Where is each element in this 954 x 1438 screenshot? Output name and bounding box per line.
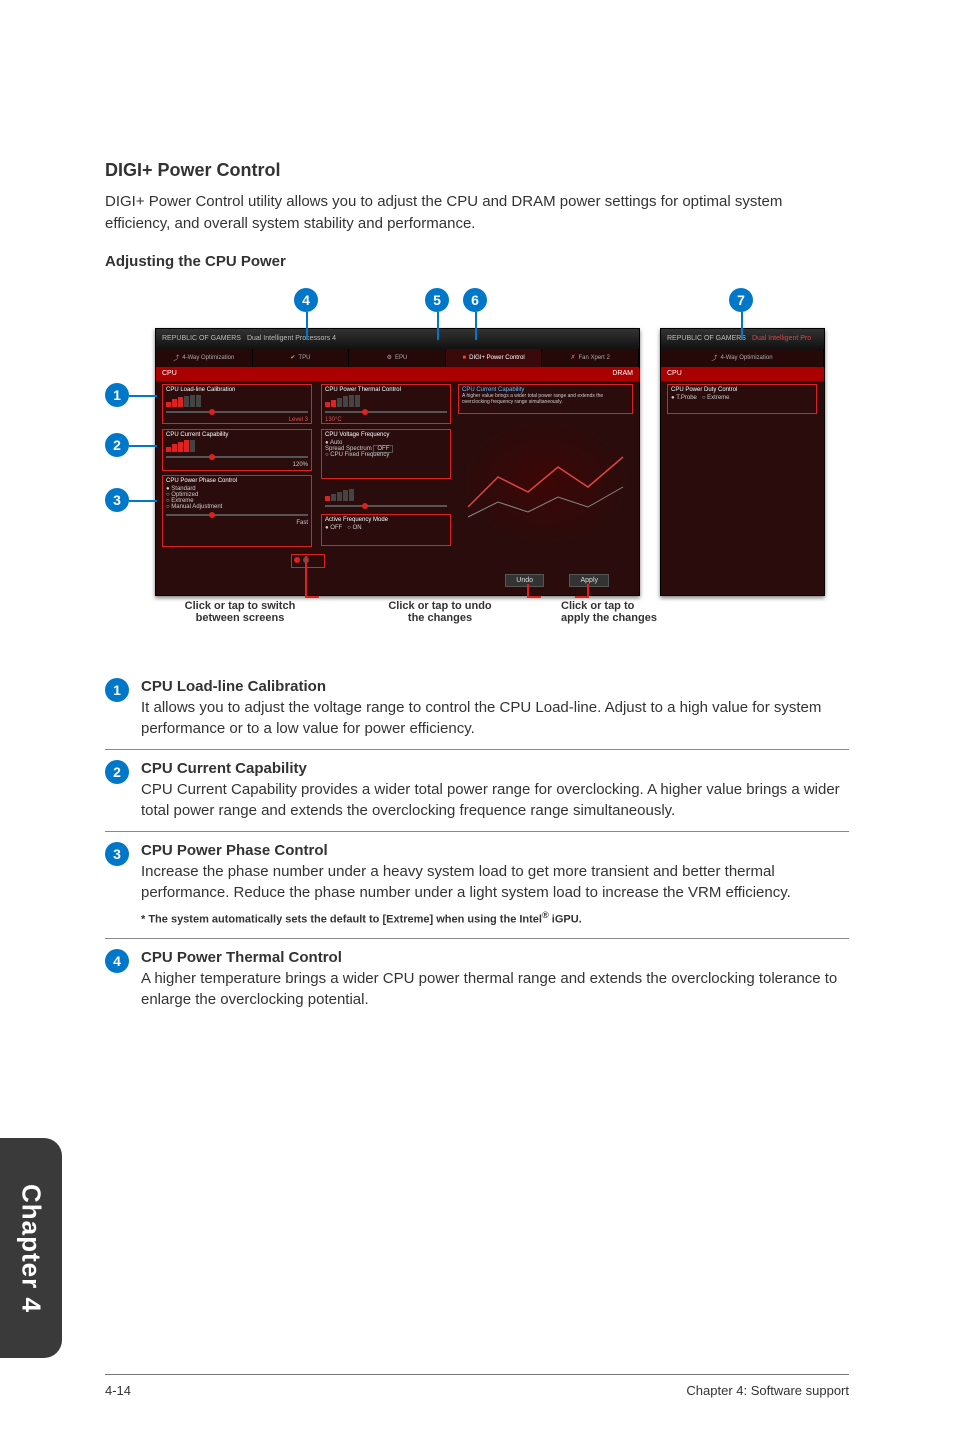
chapter-side-label: Chapter 4 bbox=[16, 1184, 47, 1313]
callout-title-4: CPU Power Thermal Control bbox=[141, 947, 849, 968]
callout-body-3: Increase the phase number under a heavy … bbox=[141, 863, 791, 901]
app-topbar: REPUBLIC OF GAMERS Dual Intelligent Proc… bbox=[156, 329, 639, 349]
caption-switch: Click or tap to switch between screens bbox=[165, 600, 315, 624]
main-tabs: ⤴4-Way Optimization ✔TPU ⚙EPU ■DIGI+ Pow… bbox=[156, 349, 639, 367]
footer-chapter: Chapter 4: Software support bbox=[686, 1383, 849, 1398]
panel-phase[interactable]: CPU Power Phase Control ● Standard ○ Opt… bbox=[162, 475, 312, 529]
callout-row-4: 4 CPU Power Thermal Control A higher tem… bbox=[105, 939, 849, 1020]
app-title: Dual Intelligent Processors 4 bbox=[247, 335, 336, 342]
panel-thermal[interactable]: CPU Power Thermal Control 130°C bbox=[321, 384, 451, 426]
sub-heading: Adjusting the CPU Power bbox=[105, 253, 849, 270]
cpu-label[interactable]: CPU bbox=[162, 370, 177, 377]
brand-label: REPUBLIC OF GAMERS bbox=[162, 335, 241, 342]
marker-3: 3 bbox=[105, 488, 129, 512]
callout-body-2: CPU Current Capability provides a wider … bbox=[141, 781, 840, 819]
callouts-list: 1 CPU Load-line Calibration It allows yo… bbox=[105, 668, 849, 1020]
marker-7-line bbox=[741, 312, 743, 340]
section-title: DIGI+ Power Control bbox=[105, 160, 849, 181]
panel-duty[interactable]: CPU Power Duty Control ● T.Probe ○ Extre… bbox=[667, 384, 817, 404]
marker-6-line bbox=[475, 312, 477, 340]
graph-area bbox=[458, 417, 633, 547]
panel-voltfreq[interactable]: CPU Voltage Frequency ● Auto Spread Spec… bbox=[321, 429, 451, 461]
tab-fan[interactable]: ✗Fan Xpert 2 bbox=[542, 349, 639, 367]
callout-title-2: CPU Current Capability bbox=[141, 758, 849, 779]
panel-activefreq[interactable]: Active Frequency Mode ● OFF ○ ON bbox=[321, 514, 451, 534]
marker-6: 6 bbox=[463, 288, 487, 312]
panel-freq-bars bbox=[321, 484, 451, 514]
caption-apply: Click or tap to apply the changes bbox=[561, 600, 711, 624]
tab-4way-2[interactable]: ⤴4-Way Optimization bbox=[661, 349, 824, 367]
callout-num-2: 2 bbox=[105, 760, 129, 784]
callout-row-1: 1 CPU Load-line Calibration It allows yo… bbox=[105, 668, 849, 750]
marker-5: 5 bbox=[425, 288, 449, 312]
marker-3-line bbox=[129, 500, 157, 502]
tab-tpu[interactable]: ✔TPU bbox=[253, 349, 350, 367]
tab-4way[interactable]: ⤴4-Way Optimization bbox=[156, 349, 253, 367]
panel-loadline[interactable]: CPU Load-line Calibration Level 3 bbox=[162, 384, 312, 426]
section-intro: DIGI+ Power Control utility allows you t… bbox=[105, 191, 849, 235]
main-screenshot: REPUBLIC OF GAMERS Dual Intelligent Proc… bbox=[155, 328, 640, 596]
marker-1-line bbox=[129, 395, 157, 397]
tabs-2: ⤴4-Way Optimization bbox=[661, 349, 824, 367]
marker-4: 4 bbox=[294, 288, 318, 312]
marker-1: 1 bbox=[105, 383, 129, 407]
cpu-row: CPU DRAM bbox=[156, 367, 639, 381]
tab-epu[interactable]: ⚙EPU bbox=[349, 349, 446, 367]
tab-digi[interactable]: ■DIGI+ Power Control bbox=[446, 349, 543, 367]
dram-label[interactable]: DRAM bbox=[612, 370, 633, 377]
cpu-row-2: CPU bbox=[661, 367, 824, 381]
marker-4-line bbox=[306, 312, 308, 340]
page-footer: 4-14 Chapter 4: Software support bbox=[105, 1374, 849, 1398]
chapter-side-tab: Chapter 4 bbox=[0, 1138, 62, 1358]
footer-page-num: 4-14 bbox=[105, 1383, 131, 1398]
callout-title-1: CPU Load-line Calibration bbox=[141, 676, 849, 697]
marker-7: 7 bbox=[729, 288, 753, 312]
callout-body-4: A higher temperature brings a wider CPU … bbox=[141, 970, 837, 1008]
callout-body-1: It allows you to adjust the voltage rang… bbox=[141, 699, 821, 737]
marker-2-line bbox=[129, 445, 157, 447]
callout-num-3: 3 bbox=[105, 842, 129, 866]
callout-num-4: 4 bbox=[105, 949, 129, 973]
right-screenshot: REPUBLIC OF GAMERS Dual Intelligent Pro … bbox=[660, 328, 825, 596]
callout-note-3: * The system automatically sets the defa… bbox=[141, 909, 849, 928]
marker-5-line bbox=[437, 312, 439, 340]
marker-2: 2 bbox=[105, 433, 129, 457]
panel-cap-tooltip: CPU Current Capability A higher value br… bbox=[458, 384, 633, 408]
callout-title-3: CPU Power Phase Control bbox=[141, 840, 849, 861]
panel-current[interactable]: CPU Current Capability 120% bbox=[162, 429, 312, 471]
callout-row-2: 2 CPU Current Capability CPU Current Cap… bbox=[105, 750, 849, 832]
caption-undo: Click or tap to undo the changes bbox=[365, 600, 515, 624]
callout-row-3: 3 CPU Power Phase Control Increase the p… bbox=[105, 832, 849, 939]
annotated-diagram: 4 5 6 7 1 2 3 REPUBLIC OF GAMERS Dual In… bbox=[105, 288, 849, 648]
callout-num-1: 1 bbox=[105, 678, 129, 702]
